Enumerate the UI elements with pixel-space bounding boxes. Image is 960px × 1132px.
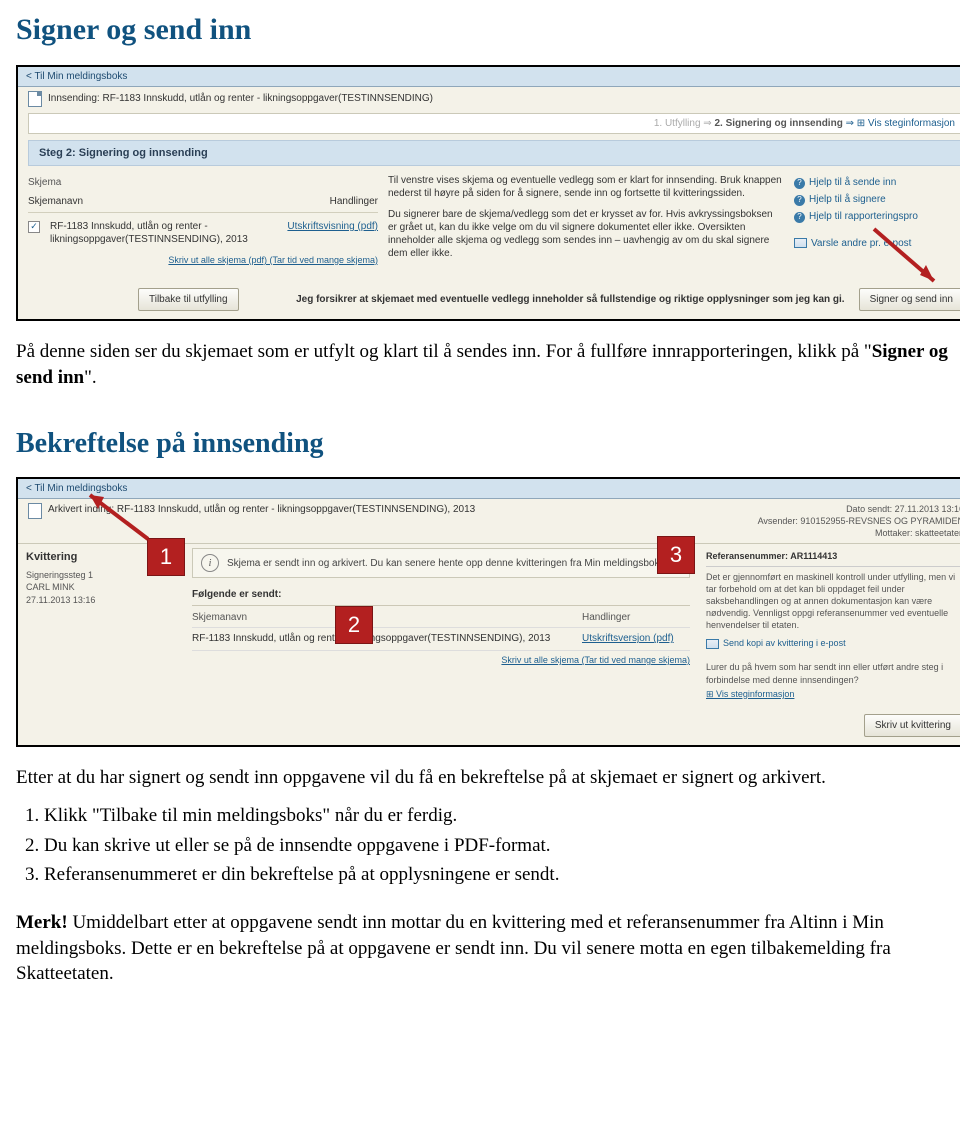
- list-item-1: Klikk "Tilbake til min meldingsboks" når…: [44, 803, 960, 829]
- show-step-info-2[interactable]: ⊞ Vis steginformasjon: [706, 688, 960, 700]
- help-report[interactable]: ?Hjelp til rapporteringspro: [794, 208, 960, 225]
- date-sent: Dato sendt: 27.11.2013 13:16: [758, 503, 960, 515]
- schema-name: RF-1183 Innskudd, utlån og renter - likn…: [50, 220, 277, 246]
- send-copy-email[interactable]: Send kopi av kvittering i e-post: [706, 637, 960, 649]
- print-version-link[interactable]: Utskriftsversjon (pdf): [582, 632, 690, 646]
- archived-label: Arkivert in: [48, 504, 92, 515]
- screenshot-kvittering: < Til Min meldingsboks Arkivert inding: …: [16, 477, 960, 748]
- step-header: Steg 2: Signering og innsending: [28, 140, 960, 166]
- help-send[interactable]: ?Hjelp til å sende inn: [794, 174, 960, 191]
- back-to-inbox[interactable]: < Til Min meldingsboks: [18, 67, 960, 87]
- col-skjemanavn: Skjemanavn: [28, 195, 300, 208]
- form-title: Innsending: RF-1183 Innskudd, utlån og r…: [48, 92, 433, 105]
- declaration-text: Jeg forsikrer at skjemaet med eventuelle…: [296, 293, 845, 306]
- form-icon: [28, 503, 42, 519]
- back-to-inbox-2[interactable]: < Til Min meldingsboks: [18, 479, 960, 500]
- print-preview-link[interactable]: Utskriftsvisning (pdf): [287, 220, 378, 233]
- heading-confirmation: Bekreftelse på innsending: [16, 425, 960, 463]
- marker-1: 1: [148, 539, 184, 575]
- reference-body: Det er gjennomført en maskinell kontroll…: [706, 571, 960, 632]
- info-paragraph-1: Til venstre vises skjema og eventuelle v…: [388, 174, 784, 200]
- tbl-col-action: Handlinger: [582, 611, 690, 625]
- print-all-link[interactable]: Skriv ut alle skjema (pdf) (Tar tid ved …: [28, 255, 378, 267]
- wizard-steps: 1. Utfylling ⇒ 2. Signering og innsendin…: [28, 113, 960, 134]
- paragraph-after-shot1: På denne siden ser du skjemaet som er ut…: [16, 339, 960, 390]
- receiver: Mottaker: skatteetaten: [758, 527, 960, 539]
- signer-name: CARL MINK: [26, 581, 176, 593]
- following-sent: Følgende er sendt:: [192, 584, 690, 606]
- print-receipt-button[interactable]: Skriv ut kvittering: [864, 714, 960, 738]
- info-icon: i: [201, 554, 219, 572]
- paragraph-after-shot2: Etter at du har signert og sendt inn opp…: [16, 765, 960, 791]
- info-paragraph-2: Du signerer bare de skjema/vedlegg som d…: [388, 208, 784, 260]
- archived-info: Skjema er sendt inn og arkivert. Du kan …: [227, 557, 667, 571]
- sign-datetime: 27.11.2013 13:16: [26, 594, 176, 606]
- reference-number: Referansenummer: AR1114413: [706, 550, 960, 566]
- screenshot-signer: < Til Min meldingsboks Innsending: RF-11…: [16, 65, 960, 322]
- marker-2: 2: [336, 607, 372, 643]
- help-sign[interactable]: ?Hjelp til å signere: [794, 191, 960, 208]
- list-item-3: Referansenummeret er din bekreftelse på …: [44, 862, 960, 888]
- list-item-2: Du kan skrive ut eller se på de innsendt…: [44, 833, 960, 859]
- notify-others[interactable]: Varsle andre pr. e-post: [794, 235, 960, 252]
- back-to-fill-button[interactable]: Tilbake til utfylling: [138, 288, 239, 311]
- sign-and-send-button[interactable]: Signer og send inn: [859, 288, 960, 311]
- show-step-info[interactable]: ⇒ ⊞ Vis steginformasjon: [846, 118, 955, 129]
- form-icon: [28, 91, 42, 107]
- col-handlinger: Handlinger: [330, 195, 378, 208]
- marker-3: 3: [658, 537, 694, 573]
- later-question: Lurer du på hvem som har sendt inn eller…: [706, 661, 960, 685]
- schema-label: Skjema: [28, 174, 378, 191]
- tbl-col-name: Skjemanavn: [192, 611, 582, 625]
- sender: Avsender: 910152955-REVSNES OG PYRAMIDEN: [758, 515, 960, 527]
- sent-schema-name: RF-1183 Innskudd, utlån og renter - likn…: [192, 632, 582, 646]
- page-title: Signer og send inn: [16, 10, 960, 51]
- print-all-2[interactable]: Skriv ut alle skjema (Tar tid ved mange …: [192, 651, 690, 669]
- schema-checkbox[interactable]: [28, 221, 40, 233]
- merk-paragraph: Merk! Umiddelbart etter at oppgavene sen…: [16, 910, 960, 987]
- numbered-list: Klikk "Tilbake til min meldingsboks" når…: [16, 803, 960, 888]
